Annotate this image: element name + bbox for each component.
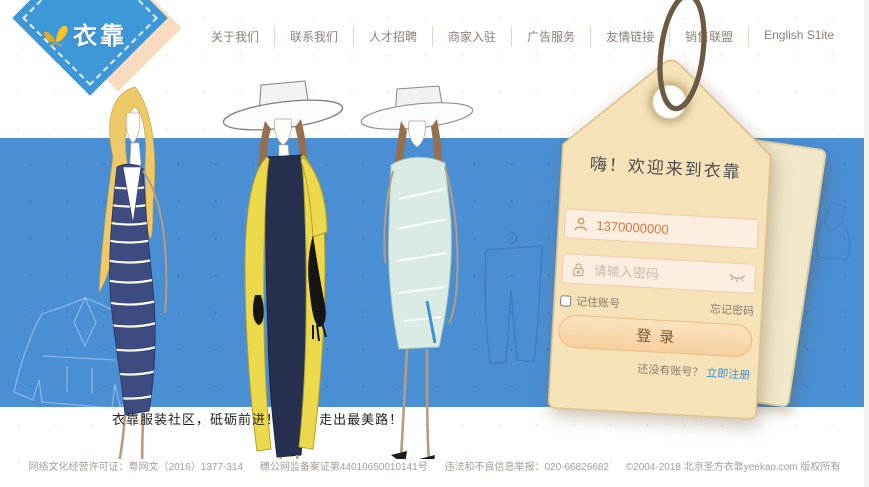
nav-advertising[interactable]: 广告服务	[511, 26, 590, 47]
login-form: 嗨！欢迎来到衣靠	[538, 50, 786, 428]
password-field	[561, 253, 756, 294]
no-account-text: 还没有账号？	[637, 364, 704, 380]
remember-account-checkbox[interactable]	[560, 295, 572, 307]
nav-links[interactable]: 友情链接	[590, 26, 669, 47]
remember-account-label: 记住账号	[576, 293, 621, 311]
register-row: 还没有账号？ 立即注册	[637, 361, 751, 383]
login-title: 嗨！欢迎来到衣靠	[551, 147, 780, 185]
eye-closed-icon[interactable]	[728, 273, 746, 284]
tagline-community: 衣靠服装社区，砥砺前进！	[112, 413, 280, 428]
footer-police-filing: 穗公网监备案证第44010650010141号	[260, 462, 428, 473]
hero-tagline: 衣靠服装社区，砥砺前进！ 走出最美路！	[112, 409, 403, 428]
phone-field	[564, 208, 759, 249]
nav-merchant[interactable]: 商家入驻	[432, 26, 511, 47]
forgot-password-link[interactable]: 忘记密码	[710, 301, 755, 319]
butterfly-icon	[42, 21, 70, 47]
page-background: 衣靠 关于我们 联系我们 人才招聘 商家入驻 广告服务 友情链接 销售联盟 En…	[0, 0, 869, 487]
register-link[interactable]: 立即注册	[706, 367, 751, 381]
password-input[interactable]	[591, 261, 725, 285]
footer-license: 网络文化经营许可证：粤网文（2016）1377-314	[29, 462, 244, 473]
login-hang-tag: 嗨！欢迎来到衣靠	[538, 50, 786, 428]
nav-english-site[interactable]: English S1ite	[748, 26, 849, 47]
footer-report-hotline: 违法和不良信息举报：020-66826682	[444, 462, 609, 473]
lock-icon	[572, 261, 586, 277]
nav-contact[interactable]: 联系我们	[274, 26, 353, 47]
login-button[interactable]: 登录	[558, 314, 754, 358]
nav-about[interactable]: 关于我们	[196, 26, 274, 47]
footer-copyright: ©2004-2018 北京圣方衣靠yeekao.com 版权所有	[626, 462, 841, 473]
phone-input[interactable]	[594, 216, 749, 242]
user-icon	[574, 217, 588, 232]
nav-affiliate[interactable]: 销售联盟	[669, 26, 748, 47]
footer: 网络文化经营许可证：粤网文（2016）1377-314 穗公网监备案证第4401…	[0, 458, 869, 473]
tagline-walk: 走出最美路！	[319, 413, 403, 428]
brand-logo[interactable]: 衣靠	[0, 0, 200, 120]
top-navigation: 关于我们 联系我们 人才招聘 商家入驻 广告服务 友情链接 销售联盟 Engli…	[196, 26, 849, 47]
page-right-edge	[864, 0, 869, 487]
nav-careers[interactable]: 人才招聘	[353, 26, 432, 47]
brand-name: 衣靠	[73, 16, 127, 51]
